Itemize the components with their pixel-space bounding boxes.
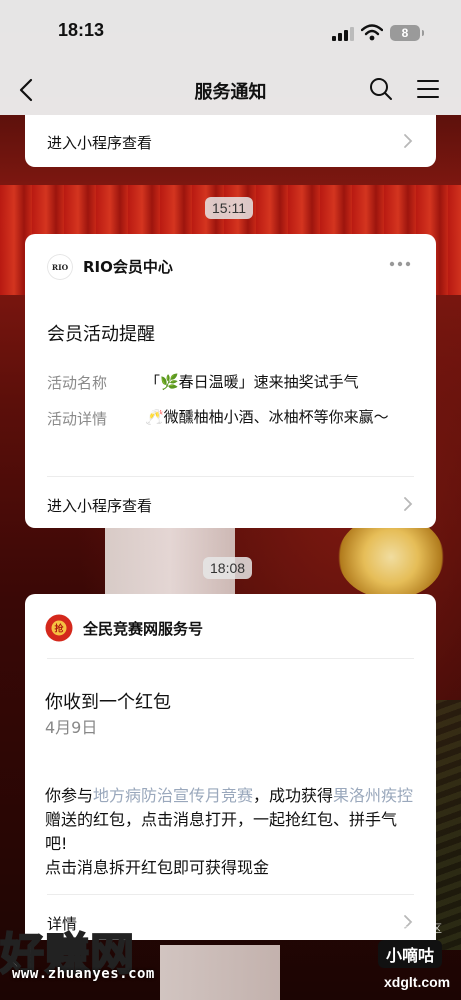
body-text-part: 赠送的红包，点击消息打开，一起抢红包、拼手气吧! — [45, 810, 398, 853]
message-time: 15:11 — [205, 197, 253, 219]
notification-title: 会员活动提醒 — [47, 324, 155, 345]
notification-body-line2: 点击消息拆开红包即可获得现金 — [45, 858, 270, 877]
status-bar: 18:13 8 — [0, 0, 461, 65]
body-text-part: 你参与 — [45, 786, 94, 805]
contest-avatar: 抢 — [45, 614, 73, 642]
battery-icon: 8 — [390, 25, 424, 41]
background-figure-lower — [160, 945, 280, 1000]
account-name: RIO会员中心 — [83, 258, 173, 276]
watermark-domain: xdglt.com — [384, 974, 451, 990]
enter-miniprogram-row[interactable]: 进入小程序查看 — [25, 119, 436, 167]
divider — [47, 658, 414, 659]
account-name: 全民竞赛网服务号 — [83, 620, 204, 638]
status-time: 18:13 — [58, 20, 105, 40]
notification-card-rio[interactable]: RIO RIO会员中心 会员活动提醒 活动名称 「🌿春日温暖」速来抽奖试手气 活… — [25, 234, 436, 528]
sponsor-link[interactable]: 果洛州疾控 — [333, 786, 413, 805]
enter-miniprogram-label: 进入小程序查看 — [47, 134, 153, 152]
chevron-right-icon — [404, 497, 413, 511]
enter-miniprogram-label: 进入小程序查看 — [47, 497, 153, 515]
signal-icon — [332, 27, 354, 41]
watermark-small: 接报音爆社区 — [376, 922, 442, 935]
watermark-badge: 小嘀咕 — [378, 940, 443, 968]
field-label-activity-detail: 活动详情 — [47, 410, 108, 428]
contest-link[interactable]: 地方病防治宣传月竞赛 — [93, 786, 253, 805]
field-value-activity-name: 「🌿春日温暖」速来抽奖试手气 — [145, 373, 359, 391]
svg-text:抢: 抢 — [54, 623, 64, 635]
search-icon[interactable] — [369, 77, 393, 101]
body-text-part: ，成功获得 — [253, 786, 334, 805]
notification-date: 4月9日 — [45, 718, 98, 737]
divider — [47, 894, 414, 895]
notification-card-partial: 进入小程序查看 — [25, 115, 436, 167]
field-value-activity-detail: 🥂微醺柚柚小酒、冰柚杯等你来赢～ — [145, 408, 389, 426]
notification-title: 你收到一个红包 — [45, 692, 171, 713]
field-label-activity-name: 活动名称 — [47, 374, 108, 392]
message-time: 18:08 — [203, 557, 253, 579]
more-options-icon[interactable] — [388, 260, 412, 268]
rio-avatar: RIO — [47, 254, 73, 280]
enter-miniprogram-row[interactable]: 进入小程序查看 — [25, 480, 436, 528]
divider — [47, 476, 414, 477]
wifi-icon — [361, 24, 383, 41]
menu-icon[interactable] — [416, 78, 440, 100]
svg-text:RIO: RIO — [52, 263, 69, 272]
nav-bar: 服务通知 — [0, 65, 461, 115]
notification-body: 你参与地方病防治宣传月竞赛，成功获得果洛州疾控赠送的红包，点击消息打开，一起抢红… — [45, 784, 415, 856]
chevron-right-icon — [404, 134, 413, 148]
notification-card-redpacket[interactable]: 抢 全民竞赛网服务号 你收到一个红包 4月9日 你参与地方病防治宣传月竞赛，成功… — [25, 594, 436, 940]
watermark-url: www.zhuanyes.com — [12, 966, 155, 982]
